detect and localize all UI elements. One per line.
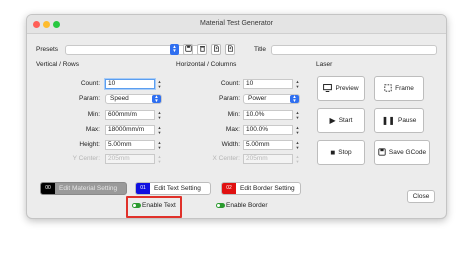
edit-text-setting-label: Edit Text Setting bbox=[154, 185, 201, 192]
v-max-input[interactable]: 18000mm/m bbox=[105, 125, 155, 135]
v-min-stepper[interactable]: ▲ ▼ bbox=[157, 110, 162, 120]
play-icon: ▶ bbox=[329, 116, 336, 125]
title-label: Title bbox=[254, 46, 267, 53]
stop-label: Stop bbox=[338, 149, 352, 156]
edit-material-setting-button[interactable]: 00 Edit Material Setting bbox=[40, 182, 127, 195]
edit-border-setting-label: Edit Border Setting bbox=[240, 185, 295, 192]
v-param-value: Speed bbox=[110, 95, 129, 102]
monitor-icon bbox=[323, 83, 333, 94]
stop-button[interactable]: ■ Stop bbox=[317, 140, 365, 165]
edit-text-setting-button[interactable]: 01 Edit Text Setting bbox=[135, 182, 211, 195]
h-min-stepper[interactable]: ▲ ▼ bbox=[295, 110, 300, 120]
laser-heading: Laser bbox=[316, 61, 333, 68]
save-gcode-button[interactable]: Save GCode bbox=[374, 140, 430, 165]
v-height-input[interactable]: 5.00mm bbox=[105, 140, 155, 150]
stop-square-icon: ■ bbox=[330, 148, 336, 157]
material-color-swatch: 00 bbox=[41, 183, 55, 194]
h-max-stepper[interactable]: ▲ ▼ bbox=[295, 125, 300, 135]
toggle-switch-icon bbox=[216, 202, 225, 208]
v-count-stepper[interactable]: ▲ ▼ bbox=[157, 79, 162, 89]
h-width-stepper[interactable]: ▲ ▼ bbox=[295, 140, 300, 150]
start-label: Start bbox=[338, 117, 353, 124]
frame-label: Frame bbox=[395, 85, 414, 92]
h-xcenter-stepper: ▲ ▼ bbox=[295, 154, 300, 164]
floppy-disk-icon bbox=[378, 147, 386, 158]
horizontal-columns-heading: Horizontal / Columns bbox=[176, 61, 237, 68]
h-param-select[interactable]: Power ▲ ▼ bbox=[243, 94, 300, 104]
h-xcenter-input: 205mm bbox=[243, 154, 293, 164]
v-ycenter-input: 205mm bbox=[105, 154, 155, 164]
v-ycenter-label: Y Center: bbox=[72, 155, 100, 162]
edit-border-setting-button[interactable]: 02 Edit Border Setting bbox=[221, 182, 301, 195]
pause-button[interactable]: ❚❚ Pause bbox=[374, 108, 424, 133]
preset-stepper-icon[interactable]: ▲ ▼ bbox=[170, 44, 179, 55]
frame-dashed-square-icon bbox=[384, 83, 392, 94]
v-min-input[interactable]: 600mm/m bbox=[105, 110, 155, 120]
title-bar: Material Test Generator bbox=[27, 15, 446, 34]
chevron-updown-icon: ▲ ▼ bbox=[290, 94, 299, 103]
h-count-stepper[interactable]: ▲ ▼ bbox=[295, 79, 300, 89]
frame-button[interactable]: Frame bbox=[374, 76, 424, 101]
v-ycenter-stepper: ▲ ▼ bbox=[157, 154, 162, 164]
h-xcenter-label: X Center: bbox=[212, 155, 240, 162]
floppy-disk-icon[interactable] bbox=[183, 44, 193, 55]
h-max-label: Max: bbox=[225, 126, 240, 133]
pause-icon: ❚❚ bbox=[381, 116, 395, 125]
vertical-rows-heading: Vertical / Rows bbox=[36, 61, 79, 68]
v-max-stepper[interactable]: ▲ ▼ bbox=[157, 125, 162, 135]
highlight-annotation-box bbox=[126, 196, 182, 218]
h-min-label: Min: bbox=[227, 111, 240, 118]
title-input[interactable] bbox=[271, 45, 437, 55]
v-count-input[interactable]: 10 bbox=[105, 79, 155, 89]
file-import-icon[interactable] bbox=[225, 44, 235, 55]
h-min-input[interactable]: 10.0% bbox=[243, 110, 293, 120]
h-count-input[interactable]: 10 bbox=[243, 79, 293, 89]
edit-material-setting-label: Edit Material Setting bbox=[59, 185, 118, 192]
preview-label: Preview bbox=[335, 85, 359, 92]
enable-border-label: Enable Border bbox=[226, 202, 268, 209]
border-color-swatch: 02 bbox=[222, 183, 236, 194]
save-gcode-label: Save GCode bbox=[388, 149, 427, 156]
h-param-value: Power bbox=[248, 95, 267, 102]
h-width-label: Width: bbox=[221, 141, 240, 148]
h-max-input[interactable]: 100.0% bbox=[243, 125, 293, 135]
pause-label: Pause bbox=[397, 117, 417, 124]
h-count-label: Count: bbox=[220, 80, 240, 87]
v-height-stepper[interactable]: ▲ ▼ bbox=[157, 140, 162, 150]
v-max-label: Max: bbox=[85, 126, 100, 133]
material-test-generator-window: Material Test Generator Presets ▲ ▼ Title… bbox=[26, 14, 447, 219]
v-height-label: Height: bbox=[79, 141, 100, 148]
text-color-swatch: 01 bbox=[136, 183, 150, 194]
h-param-label: Param: bbox=[219, 95, 240, 102]
enable-border-toggle[interactable]: Enable Border bbox=[216, 202, 268, 209]
chevron-updown-icon: ▲ ▼ bbox=[152, 94, 161, 103]
h-width-input[interactable]: 5.00mm bbox=[243, 140, 293, 150]
v-param-label: Param: bbox=[79, 95, 100, 102]
window-title: Material Test Generator bbox=[199, 20, 273, 27]
v-param-select[interactable]: Speed ▲ ▼ bbox=[105, 94, 162, 104]
close-button[interactable]: Close bbox=[407, 190, 435, 203]
v-count-label: Count: bbox=[80, 80, 100, 87]
presets-label: Presets bbox=[36, 46, 59, 53]
trash-icon[interactable] bbox=[197, 44, 207, 55]
file-export-icon[interactable] bbox=[211, 44, 221, 55]
start-button[interactable]: ▶ Start bbox=[317, 108, 365, 133]
v-min-label: Min: bbox=[87, 111, 100, 118]
preview-button[interactable]: Preview bbox=[317, 76, 365, 101]
